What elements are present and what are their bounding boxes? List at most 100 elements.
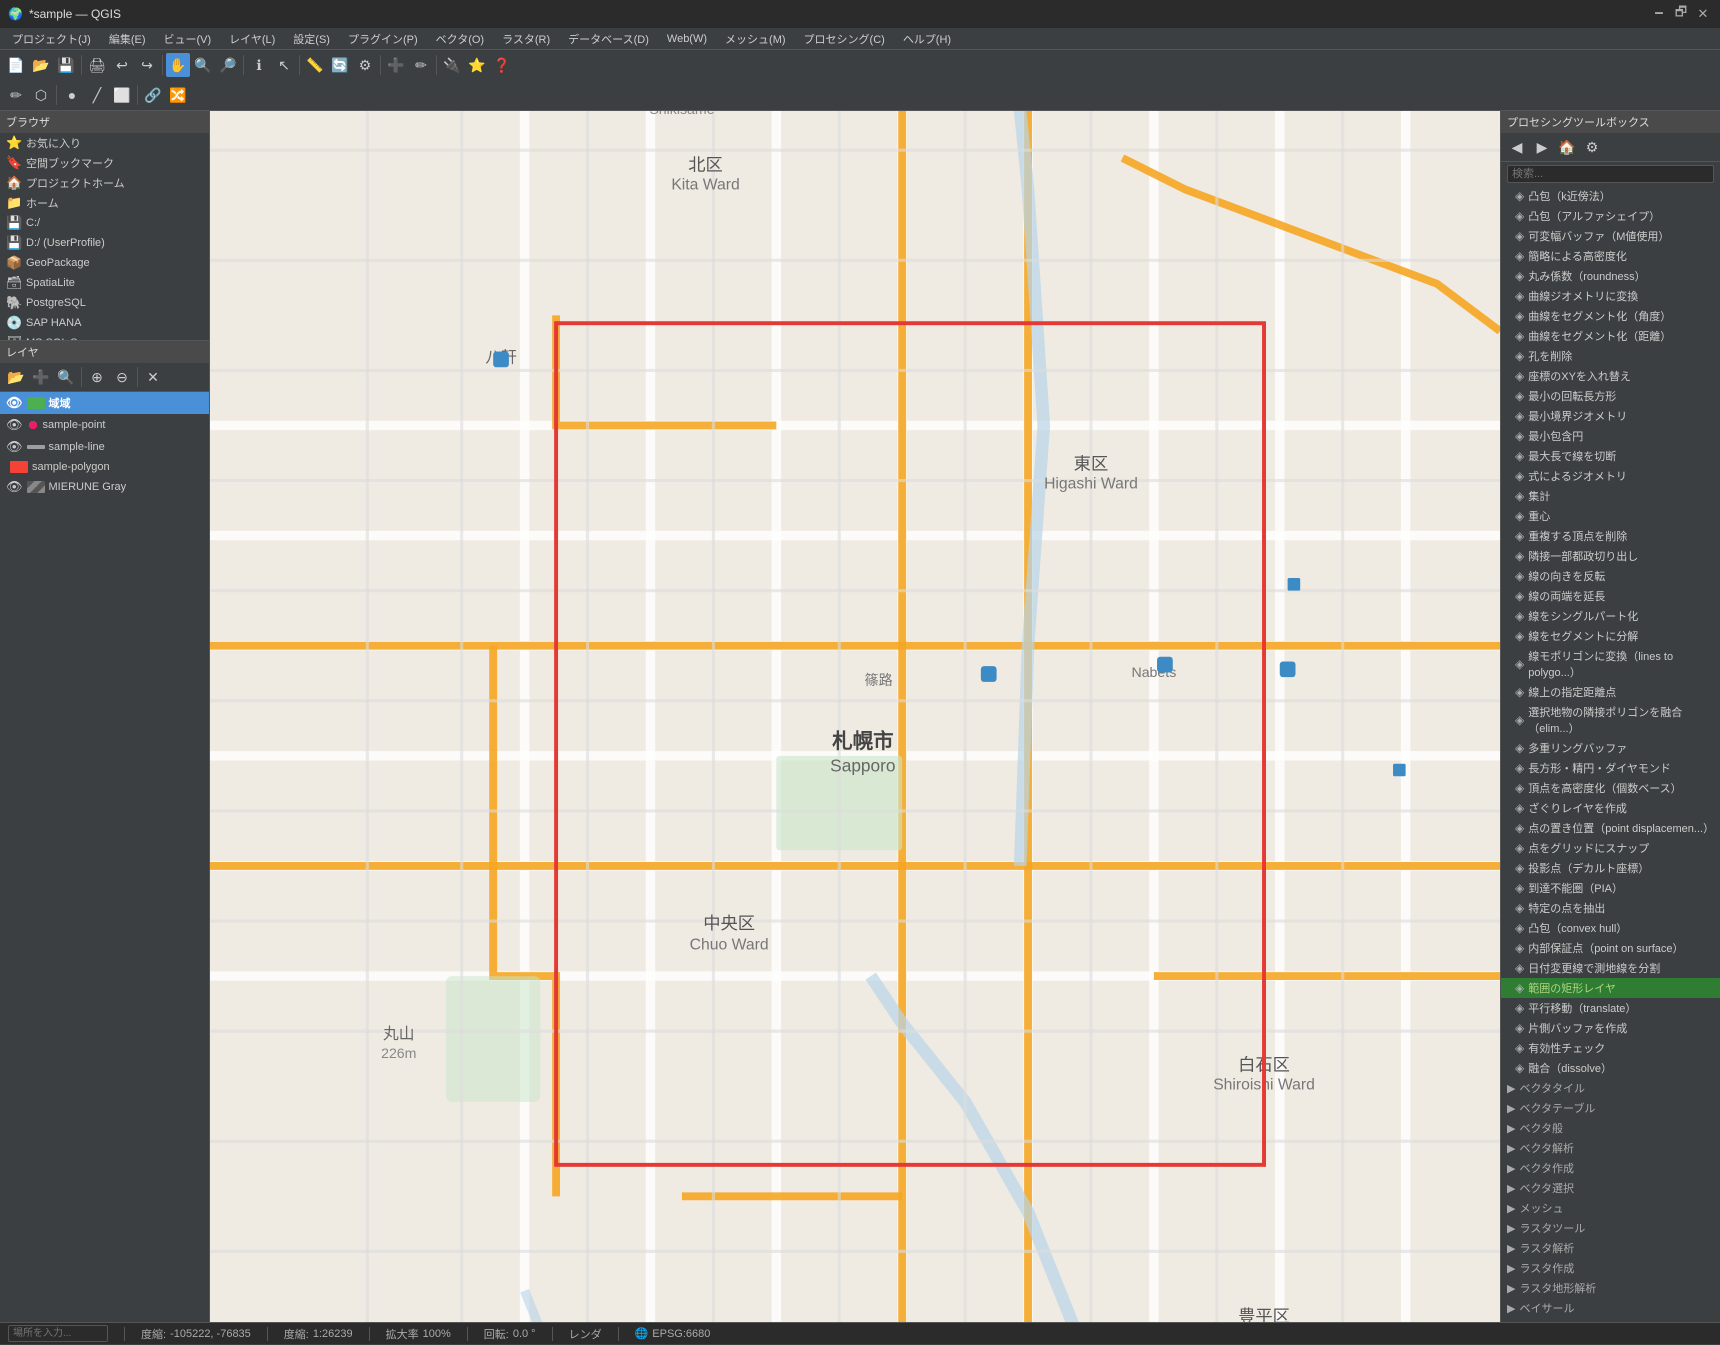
browser-item-postgresql[interactable]: 🐘PostgreSQL (0, 293, 209, 313)
layer-visibility-toggle[interactable]: 👁 (6, 395, 23, 411)
tools-item----------[interactable]: ◈重複する頂点を削除 (1501, 526, 1720, 546)
tools-group------[interactable]: ▶ラスタ作成 (1501, 1258, 1720, 1278)
measure-button[interactable]: 📏 (303, 53, 327, 77)
menu-item-Web[interactable]: Web(W) (659, 31, 715, 47)
save-project-button[interactable]: 💾 (54, 53, 78, 77)
layer-item---[interactable]: 👁 域域 (0, 392, 209, 414)
add-layer-btn[interactable]: ➕ (29, 365, 53, 389)
tools-group-----[interactable]: ▶ベクタ般 (1501, 1118, 1720, 1138)
tools-item-------------[interactable]: ◈日付変更線で測地線を分割 (1501, 958, 1720, 978)
remove-layer-btn[interactable]: ✕ (141, 365, 165, 389)
tools-item-------pia-[interactable]: ◈到達不能圏（PIA） (1501, 878, 1720, 898)
menu-item-プロセシング[interactable]: プロセシング(C) (796, 29, 893, 49)
menu-item-ベクタ[interactable]: ベクタ(O) (428, 29, 492, 49)
zoom-out-button[interactable]: 🔎 (216, 53, 240, 77)
tools-item-------------[interactable]: ◈凸包（アルファシェイプ） (1501, 206, 1720, 226)
tools-item----convex-hull-[interactable]: ◈凸包（convex hull） (1501, 918, 1720, 938)
browser-item-geopackage[interactable]: 📦GeoPackage (0, 253, 209, 273)
tools-item----------[interactable]: ◈最小境界ジオメトリ (1501, 406, 1720, 426)
tools-back-button[interactable]: ◀ (1505, 135, 1529, 159)
menu-item-編集[interactable]: 編集(E) (101, 29, 154, 49)
tools-item--------------[interactable]: ◈曲線をセグメント化（距離） (1501, 326, 1720, 346)
tools-search-input[interactable] (1507, 165, 1714, 183)
layer-item-sample-polygon[interactable]: sample-polygon (0, 458, 209, 476)
digitize-button[interactable]: ✏ (409, 53, 433, 77)
statusbar-search[interactable] (8, 1325, 108, 1342)
tools-group--------[interactable]: ▶ラスタ地形解析 (1501, 1278, 1720, 1298)
digitize-line-button[interactable]: ╱ (85, 83, 109, 107)
tools-item----------[interactable]: ◈式によるジオメトリ (1501, 466, 1720, 486)
layer-item-sample-point[interactable]: 👁 sample-point (0, 414, 209, 436)
menu-item-レイヤ[interactable]: レイヤ(L) (221, 29, 283, 49)
tools-item----k----[interactable]: ◈凸包（k近傍法） (1501, 186, 1720, 206)
digitize-polygon-button[interactable]: ⬜ (110, 83, 134, 107)
menu-item-データベース[interactable]: データベース(D) (560, 29, 657, 49)
processing-button[interactable]: ⭐ (465, 53, 489, 77)
tools-group------[interactable]: ▶ベイサール (1501, 1298, 1720, 1318)
tools-group-----[interactable]: ▶メッシュ (1501, 1198, 1720, 1218)
layer-visibility-toggle[interactable]: 👁 (6, 479, 23, 495)
tools-item---------[interactable]: ◈範囲の矩形レイヤ (1501, 978, 1720, 998)
menu-item-ラスタ[interactable]: ラスタ(R) (494, 29, 558, 49)
pan-button[interactable]: ✋ (166, 53, 190, 77)
close-button[interactable]: ✕ (1694, 5, 1712, 23)
tools-item------translate-[interactable]: ◈平行移動（translate） (1501, 998, 1720, 1018)
tools-item----xy-----[interactable]: ◈座標のXYを入れ替え (1501, 366, 1720, 386)
tools-item-----------[interactable]: ◈隣接一部都政切り出し (1501, 546, 1720, 566)
tools-item-----[interactable]: ◈孔を削除 (1501, 346, 1720, 366)
menu-item-プラグイン[interactable]: プラグイン(P) (340, 29, 426, 49)
collapse-layer-btn[interactable]: ⊖ (110, 365, 134, 389)
tools-item----dissolve-[interactable]: ◈融合（dissolve） (1501, 1058, 1720, 1078)
tools-item---[interactable]: ◈集計 (1501, 486, 1720, 506)
browser-content[interactable]: ⭐お気に入り🔖空間ブックマーク🏠プロジェクトホーム📁ホーム💾C:/💾D:/ (U… (0, 133, 209, 340)
tools-group--------[interactable]: ▶ベクタテーブル (1501, 1098, 1720, 1118)
browser-item-sap-hana[interactable]: 💿SAP HANA (0, 313, 209, 333)
plugin-button[interactable]: 🔌 (440, 53, 464, 77)
tools-item--------point-displacemen----[interactable]: ◈点の置き位置（point displacemen...） (1501, 818, 1720, 838)
tools-item--------[interactable]: ◈線の向きを反転 (1501, 566, 1720, 586)
menu-item-メッシュ[interactable]: メッシュ(M) (717, 29, 794, 49)
browser-item-spatialite[interactable]: 🗃SpatiaLite (0, 273, 209, 293)
map-area[interactable]: 北区 Kita Ward 東区 Higashi Ward 札幌市 Sapporo… (210, 111, 1500, 1322)
tools-forward-button[interactable]: ▶ (1530, 135, 1554, 159)
new-project-button[interactable]: 📄 (4, 53, 28, 77)
open-layer-btn[interactable]: 📂 (4, 365, 28, 389)
tools-item----------[interactable]: ◈多重リングバッファ (1501, 738, 1720, 758)
minimize-button[interactable]: 🗕 (1650, 5, 1668, 23)
tools-item----------[interactable]: ◈ざぐりレイヤを作成 (1501, 798, 1720, 818)
tools-list[interactable]: ◈凸包（k近傍法）◈凸包（アルファシェイプ）◈可変幅バッファ（M値使用）◈簡略に… (1501, 186, 1720, 1322)
tools-item--------[interactable]: ◈特定の点を抽出 (1501, 898, 1720, 918)
tools-item------roundness-[interactable]: ◈丸み係数（roundness） (1501, 266, 1720, 286)
tools-home-button[interactable]: 🏠 (1555, 135, 1579, 159)
tools-item--------[interactable]: ◈線の両端を延長 (1501, 586, 1720, 606)
new-layer-button[interactable]: ➕ (384, 53, 408, 77)
filter-layer-btn[interactable]: 🔍 (54, 365, 78, 389)
layer-item-mierune-gray[interactable]: 👁 MIERUNE Gray (0, 476, 209, 498)
zoom-in-button[interactable]: 🔍 (191, 53, 215, 77)
open-project-button[interactable]: 📂 (29, 53, 53, 77)
edit-button[interactable]: ✏ (4, 83, 28, 107)
layer-visibility-toggle[interactable]: 👁 (6, 439, 23, 455)
browser-item-c--[interactable]: 💾C:/ (0, 213, 209, 233)
topology-button[interactable]: 🔀 (166, 83, 190, 107)
layers-content[interactable]: 👁 域域 👁 sample-point 👁 sample-line sample… (0, 392, 209, 1322)
tools-group------[interactable]: ▶ベクタ作成 (1501, 1158, 1720, 1178)
redo-button[interactable]: ↪ (135, 53, 159, 77)
tools-item------------[interactable]: ◈点をグリッドにスナップ (1501, 838, 1720, 858)
statusbar-render[interactable]: レンダ (569, 1326, 602, 1342)
tools-item---------------[interactable]: ◈頂点を高密度化（個数ベース） (1501, 778, 1720, 798)
undo-button[interactable]: ↩ (110, 53, 134, 77)
tools-item----------------elim----[interactable]: ◈選択地物の隣接ポリゴンを融合（elim...） (1501, 702, 1720, 738)
tools-item-------point-on-surface-[interactable]: ◈内部保証点（point on surface） (1501, 938, 1720, 958)
print-button[interactable]: 🖨 (85, 53, 109, 77)
tools-group------[interactable]: ▶ベクタ選択 (1501, 1178, 1720, 1198)
browser-item----[interactable]: 📁ホーム (0, 193, 209, 213)
help-button[interactable]: ❓ (490, 53, 514, 77)
menu-item-ヘルプ[interactable]: ヘルプ(H) (895, 29, 959, 49)
layer-visibility-toggle[interactable]: 👁 (6, 417, 23, 433)
tools-item---------[interactable]: ◈線上の指定距離点 (1501, 682, 1720, 702)
tools-group------[interactable]: ▶ラスタ解析 (1501, 1238, 1720, 1258)
select-button[interactable]: ↖ (272, 53, 296, 77)
tools-item-----------[interactable]: ◈線をセグメントに分解 (1501, 626, 1720, 646)
expand-layer-btn[interactable]: ⊕ (85, 365, 109, 389)
